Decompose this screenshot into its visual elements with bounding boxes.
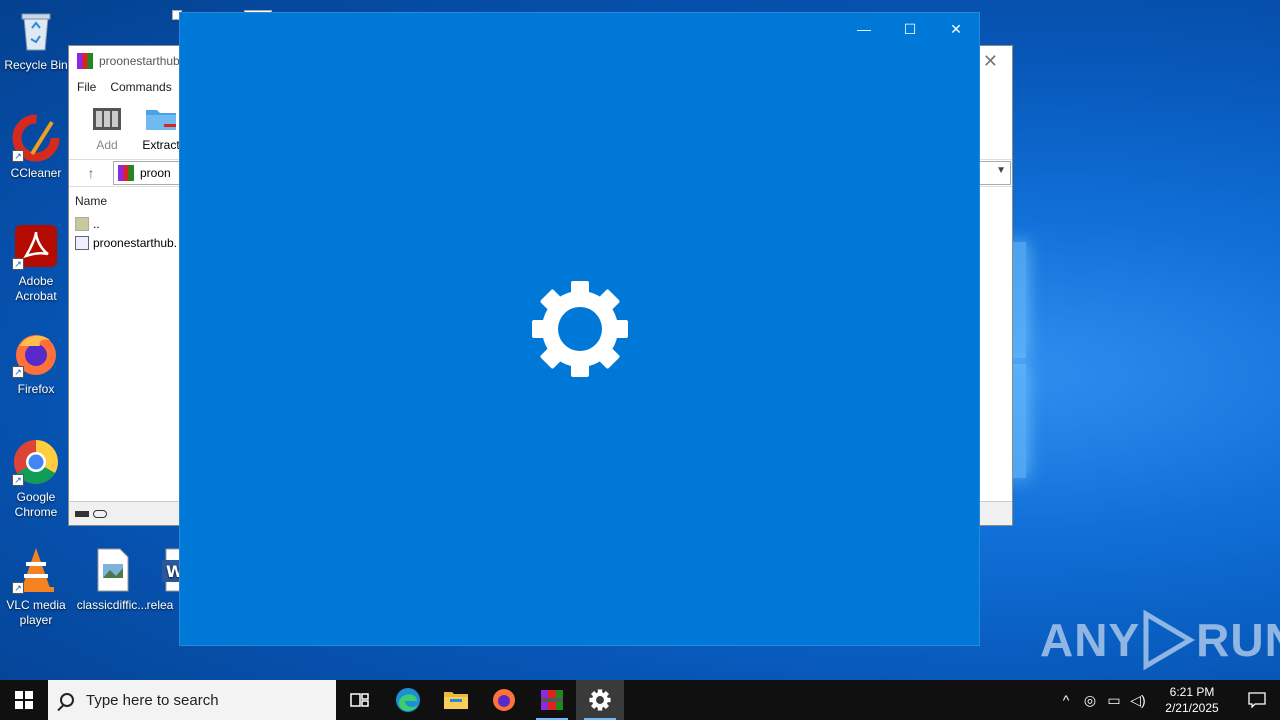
- desktop-icon-label: Recycle Bin: [4, 58, 68, 72]
- folder-icon: [444, 692, 468, 709]
- taskbar: Type here to search ^ ◎ ▭ ◁) 6:21 PM 2/2…: [0, 680, 1280, 720]
- search-icon: [60, 693, 74, 707]
- search-placeholder: Type here to search: [86, 691, 219, 709]
- list-item[interactable]: proonestarthub.: [75, 233, 177, 252]
- anyrun-watermark: ANY RUN: [1040, 610, 1280, 670]
- desktop-icon-classicdiffic[interactable]: classicdiffic...: [76, 546, 148, 613]
- volume-icon[interactable]: ◁): [1126, 692, 1150, 709]
- adobe-acrobat-icon: ↗: [12, 222, 60, 270]
- winrar-icon: [77, 53, 93, 69]
- menu-file[interactable]: File: [77, 80, 96, 94]
- list-item[interactable]: ..: [75, 214, 177, 233]
- extract-label: Extract: [142, 138, 180, 152]
- taskbar-edge[interactable]: [384, 680, 432, 720]
- close-button[interactable]: ✕: [933, 13, 979, 45]
- edge-icon: [396, 688, 420, 712]
- file-list: .. proonestarthub.: [75, 214, 177, 252]
- clock-time: 6:21 PM: [1169, 685, 1215, 699]
- desktop-icon-firefox[interactable]: ↗ Firefox: [0, 330, 72, 397]
- network-icon[interactable]: ▭: [1102, 692, 1126, 709]
- extract-folder-icon: [144, 102, 178, 136]
- taskbar-winrar[interactable]: [528, 680, 576, 720]
- settings-gear-icon: [532, 281, 628, 377]
- google-chrome-icon: ↗: [12, 438, 60, 486]
- desktop-icon-relea[interactable]: W relea: [140, 546, 180, 613]
- extract-button[interactable]: Extract: [139, 98, 183, 156]
- executable-file-icon: [75, 235, 89, 250]
- notification-icon: [1248, 692, 1266, 708]
- desktop-icon-ccleaner[interactable]: ↗ CCleaner: [0, 114, 72, 181]
- menu-commands[interactable]: Commands: [110, 80, 171, 94]
- word-document-icon: W: [160, 546, 180, 594]
- folder-up-icon: [75, 216, 89, 231]
- watermark-text-left: ANY: [1040, 614, 1141, 666]
- add-archive-icon: [90, 102, 124, 136]
- key-icon: [93, 509, 107, 518]
- minimize-button[interactable]: —: [841, 13, 887, 45]
- gear-icon: [589, 689, 611, 711]
- desktop-icon-label: classicdiffic...: [76, 598, 148, 612]
- shortcut-arrow-icon: ↗: [12, 258, 24, 270]
- chevron-down-icon[interactable]: ▼: [996, 165, 1006, 176]
- shortcut-arrow-icon: ↗: [12, 366, 24, 378]
- system-tray: ^ ◎ ▭ ◁) 6:21 PM 2/21/2025: [1054, 680, 1280, 720]
- path-text: proon: [140, 166, 171, 180]
- add-label: Add: [96, 138, 118, 152]
- firefox-icon: ↗: [12, 330, 60, 378]
- recycle-bin-icon: [12, 6, 60, 54]
- desktop-icon-label: Google Chrome: [14, 490, 58, 519]
- desktop-icon-google-chrome[interactable]: ↗ Google Chrome: [0, 438, 72, 520]
- taskbar-file-explorer[interactable]: [432, 680, 480, 720]
- winrar-icon: [541, 690, 563, 710]
- watermark-text-right: RUN: [1196, 614, 1280, 666]
- desktop-icon-adobe-acrobat[interactable]: ↗ Adobe Acrobat: [0, 222, 72, 304]
- desktop-icon-label: CCleaner: [10, 166, 62, 180]
- desktop-icon-recycle-bin[interactable]: Recycle Bin: [0, 6, 72, 73]
- desktop-icon-label: Adobe Acrobat: [15, 274, 57, 303]
- shortcut-arrow-icon: ↗: [12, 582, 24, 594]
- firefox-icon: [493, 689, 515, 711]
- clock[interactable]: 6:21 PM 2/21/2025: [1150, 684, 1234, 716]
- winrar-close-button[interactable]: ✕: [983, 51, 998, 72]
- meet-now-icon[interactable]: ◎: [1078, 692, 1102, 709]
- notification-button[interactable]: [1234, 692, 1280, 708]
- desktop-icon-label: Firefox: [17, 382, 55, 396]
- windows-logo-icon: [15, 691, 33, 709]
- chevron-up-icon[interactable]: ^: [1054, 692, 1078, 708]
- add-button[interactable]: Add: [85, 98, 129, 156]
- shortcut-arrow-icon: ↗: [12, 150, 24, 162]
- task-view-button[interactable]: [336, 680, 384, 720]
- winrar-title: proonestarthub: [99, 54, 180, 68]
- task-view-icon: [350, 693, 369, 707]
- ccleaner-icon: ↗: [12, 114, 60, 162]
- desktop-icon-vlc[interactable]: ↗ VLC media player: [0, 546, 72, 628]
- image-file-icon: [88, 546, 136, 594]
- maximize-button[interactable]: ☐: [887, 13, 933, 45]
- svg-text:W: W: [166, 562, 180, 581]
- taskbar-settings[interactable]: [576, 680, 624, 720]
- list-item-label: ..: [93, 216, 100, 231]
- list-item-label: proonestarthub.: [93, 235, 178, 250]
- settings-caption-buttons: — ☐ ✕: [841, 13, 979, 45]
- desktop-icon-label: VLC media player: [6, 598, 66, 627]
- up-arrow-icon[interactable]: ↑: [69, 165, 113, 181]
- clock-date: 2/21/2025: [1165, 701, 1219, 715]
- drive-icon: [75, 510, 89, 517]
- play-logo-icon: [1143, 610, 1196, 670]
- vlc-cone-icon: ↗: [12, 546, 60, 594]
- desktop-icon-label: relea: [146, 598, 174, 612]
- taskbar-firefox[interactable]: [480, 680, 528, 720]
- desktop: Recycle Bin ↗ CCleaner ↗ Adobe Acrobat ↗…: [0, 0, 1280, 680]
- shortcut-arrow-icon: ↗: [12, 474, 24, 486]
- settings-window[interactable]: — ☐ ✕: [179, 12, 980, 646]
- column-header-name[interactable]: Name: [75, 194, 107, 208]
- search-box[interactable]: Type here to search: [48, 680, 336, 720]
- start-button[interactable]: [0, 680, 48, 720]
- archive-icon: [118, 165, 134, 181]
